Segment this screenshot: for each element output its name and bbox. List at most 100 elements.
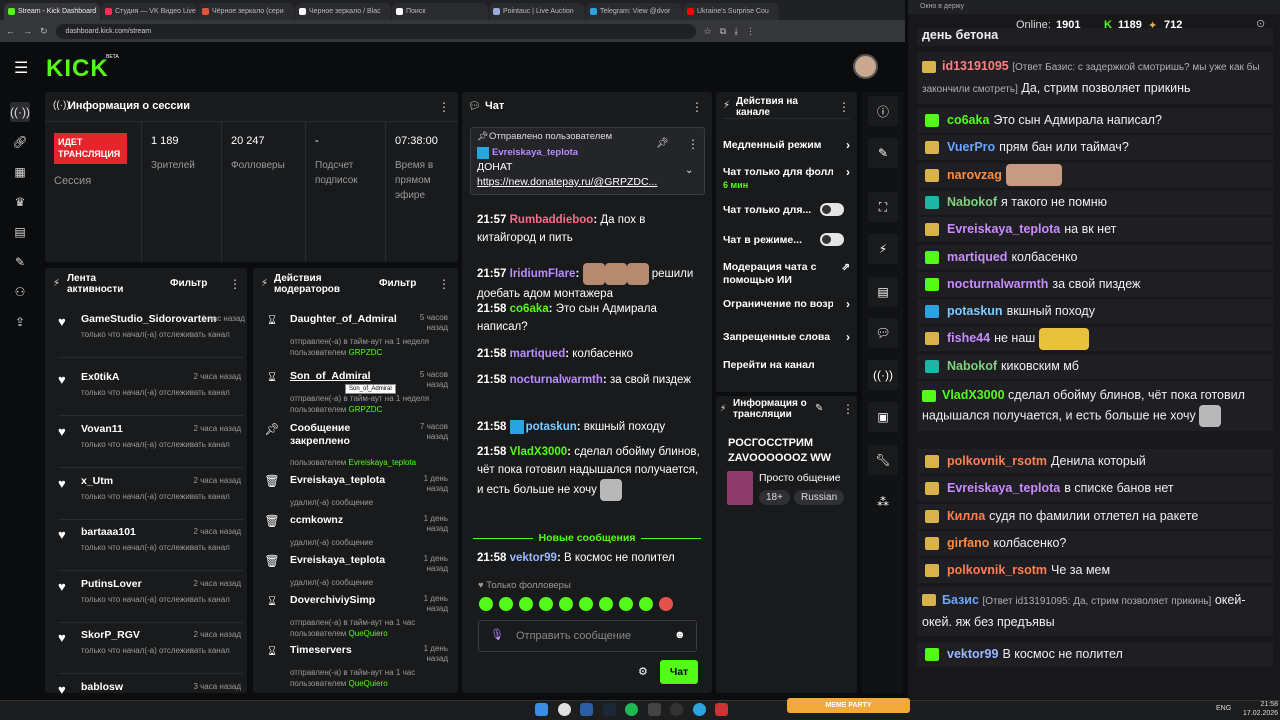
- mod-menu-icon[interactable]: ⋮: [438, 277, 450, 291]
- pencil-icon[interactable]: ✎: [868, 138, 898, 168]
- chat-message[interactable]: 21:58 VladX3000: сделал обойму блинов, ч…: [477, 443, 705, 501]
- activity-item[interactable]: ♥︎ Vovan11 2 часа назад только что начал…: [58, 418, 243, 468]
- chevron-down-icon[interactable]: ⌄: [685, 165, 693, 176]
- gear-icon[interactable]: ⚙︎: [638, 665, 648, 678]
- steam-icon[interactable]: [603, 703, 616, 716]
- expand-icon[interactable]: ⛶: [868, 192, 898, 222]
- spotify-icon[interactable]: [625, 703, 638, 716]
- chat-user[interactable]: Базис: [942, 593, 979, 607]
- windows-start-icon[interactable]: [535, 703, 548, 716]
- external-link-icon[interactable]: ⇗: [842, 261, 850, 274]
- wrench-icon[interactable]: ✎: [10, 252, 30, 272]
- chat-message[interactable]: 21:58 martiqued: колбасенко: [477, 345, 705, 363]
- community-icon[interactable]: ⁂: [868, 487, 898, 517]
- moderator-name[interactable]: GRPZDC: [349, 348, 383, 357]
- chrome-icon[interactable]: [558, 703, 571, 716]
- chat-user[interactable]: VladX3000: [942, 388, 1005, 402]
- chat-user[interactable]: Rumbaddieboo: [510, 214, 594, 226]
- document-icon[interactable]: ▤: [868, 277, 898, 307]
- tab-black-mirror-2[interactable]: Черное зеркало / Blac: [295, 3, 391, 20]
- obs-icon[interactable]: [670, 703, 683, 716]
- emote-icon[interactable]: [579, 597, 593, 611]
- moderator-name[interactable]: QueQuiero: [349, 679, 388, 688]
- aggregated-chat-message[interactable]: id13191095 [Ответ Базис: с задержкой смо…: [917, 52, 1273, 104]
- chat-message[interactable]: 21:58 vektor99: В космос не полител: [477, 549, 705, 567]
- chat-user[interactable]: martiqued: [510, 348, 566, 360]
- video-manager-icon[interactable]: ▣: [868, 402, 898, 432]
- activity-item[interactable]: ♥︎ bablosw 3 часа назад: [58, 676, 243, 694]
- tab-telegram[interactable]: Telegram: View @dvor: [586, 3, 682, 20]
- kick-logo[interactable]: KICK: [46, 55, 109, 83]
- app-icon[interactable]: [715, 703, 728, 716]
- mic-icon[interactable]: 🎙︎: [490, 628, 504, 641]
- tab-vk-studio[interactable]: Студия — VK Видео Live: [101, 3, 197, 20]
- activity-item[interactable]: ♥︎ bartaaa101 2 часа назад только что на…: [58, 521, 243, 571]
- chevron-right-icon[interactable]: ›: [846, 166, 850, 179]
- chat-user[interactable]: potaskun: [947, 304, 1003, 318]
- meme-party-widget[interactable]: MEME PARTY: [787, 698, 910, 713]
- chat-menu-icon[interactable]: ⋮: [691, 100, 703, 114]
- chat-user[interactable]: id13191095: [942, 59, 1009, 73]
- chat-user[interactable]: IridiumFlare: [510, 268, 576, 280]
- download-icon[interactable]: ⤓: [734, 26, 738, 37]
- chat-message[interactable]: 21:58 potaskun: вкшный походу: [477, 418, 705, 436]
- category-thumbnail[interactable]: [727, 471, 753, 505]
- channel-action-item[interactable]: Чат только для фолл 6 мин ›: [723, 166, 850, 192]
- unpin-icon[interactable]: 📌︎: [656, 138, 669, 149]
- send-chat-button[interactable]: Чат: [660, 660, 698, 684]
- chat-user[interactable]: polkovnik_rsotm: [947, 563, 1047, 577]
- tab-black-mirror[interactable]: Чёрное зеркало (сери: [198, 3, 294, 20]
- chat-message[interactable]: 21:58 nocturnalwarmth: за свой пиздеж: [477, 371, 705, 389]
- chat-user[interactable]: Nabokof: [947, 359, 997, 373]
- language-indicator[interactable]: ENG: [1216, 705, 1231, 712]
- aggregated-chat-message[interactable]: girfano колбасенко?: [917, 530, 1273, 556]
- url-input[interactable]: dashboard.kick.com/stream: [55, 23, 696, 39]
- chat-bubble-icon[interactable]: 💬︎: [868, 318, 898, 348]
- activity-item[interactable]: ♥︎ PutinsLover 2 часа назад только что н…: [58, 573, 243, 623]
- emote-icon[interactable]: [599, 597, 613, 611]
- pinned-link[interactable]: https://new.donatepay.ru/@GRPZDC...: [477, 176, 657, 188]
- activity-item[interactable]: ♥︎ GameStudio_Sidorovartem 1 час назад т…: [58, 308, 245, 358]
- channel-action-item[interactable]: Ограничение по возр ›: [723, 298, 850, 311]
- chat-user[interactable]: narovzag: [947, 168, 1002, 182]
- aggregated-chat-message[interactable]: Evreiskaya_teplota на вк нет: [917, 217, 1273, 243]
- stream-info-menu-icon[interactable]: ⋮: [842, 402, 854, 416]
- chat-user[interactable]: potaskun: [526, 421, 577, 433]
- aggregated-chat-message[interactable]: Nabokof киковским мб: [917, 353, 1273, 379]
- chat-user[interactable]: girfano: [947, 536, 989, 550]
- channel-action-item[interactable]: Модерация чата с помощью ИИ ⇗: [723, 261, 850, 287]
- chat-user[interactable]: Evreiskaya_teplota: [947, 481, 1060, 495]
- extensions-icon[interactable]: ⧉: [720, 26, 726, 37]
- emoji-icon[interactable]: ☻: [674, 629, 686, 641]
- emote-icon[interactable]: [639, 597, 653, 611]
- channel-action-item[interactable]: Медленный режим ›: [723, 139, 850, 152]
- chat-user[interactable]: VuerPro: [947, 140, 995, 154]
- chat-user[interactable]: VladX3000: [510, 446, 568, 458]
- chat-user[interactable]: Nabokof: [947, 195, 997, 209]
- channel-action-item[interactable]: Запрещенные слова ›: [723, 331, 850, 344]
- aggregated-chat-message[interactable]: Килла судя по фамилии отлетел на ракете: [917, 503, 1273, 529]
- emote-icon[interactable]: [559, 597, 573, 611]
- upload-icon[interactable]: ⇪: [10, 312, 30, 332]
- aggregated-chat-message[interactable]: Базис [Ответ id13191095: Да, стрим позво…: [917, 585, 1273, 636]
- info-icon[interactable]: ⓘ: [868, 96, 898, 126]
- aggregated-chat-message[interactable]: narovzag: [917, 162, 1273, 188]
- tab-search[interactable]: Поиск: [392, 3, 488, 20]
- emote-icon[interactable]: [519, 597, 533, 611]
- emote-icon[interactable]: [619, 597, 633, 611]
- aggregated-chat-message[interactable]: fishe44 не наш: [917, 326, 1273, 352]
- tab-youtube[interactable]: Ukraine's Surprise Cou: [683, 3, 779, 20]
- link-icon[interactable]: 🔗︎: [10, 132, 30, 152]
- forward-arrow-icon[interactable]: →: [23, 26, 32, 36]
- chat-user[interactable]: Evreiskaya_teplota: [947, 222, 1060, 236]
- pencil-icon[interactable]: ✎: [815, 403, 823, 414]
- broadcast-icon[interactable]: ((·)): [868, 360, 898, 390]
- moderator-name[interactable]: Evreiskaya_teplota: [349, 458, 417, 467]
- reload-icon[interactable]: ↻: [40, 26, 48, 37]
- trophy-icon[interactable]: ♛: [10, 192, 30, 212]
- wrench-icon[interactable]: 🔧︎: [868, 445, 898, 475]
- chat-user[interactable]: vektor99: [947, 647, 998, 661]
- actions-menu-icon[interactable]: ⋮: [838, 100, 850, 114]
- chat-message[interactable]: 21:58 со6aka: Это сын Адмирала написал?: [477, 300, 705, 336]
- aggregated-chat-message[interactable]: polkovnik_rsotm Денила который: [917, 449, 1273, 474]
